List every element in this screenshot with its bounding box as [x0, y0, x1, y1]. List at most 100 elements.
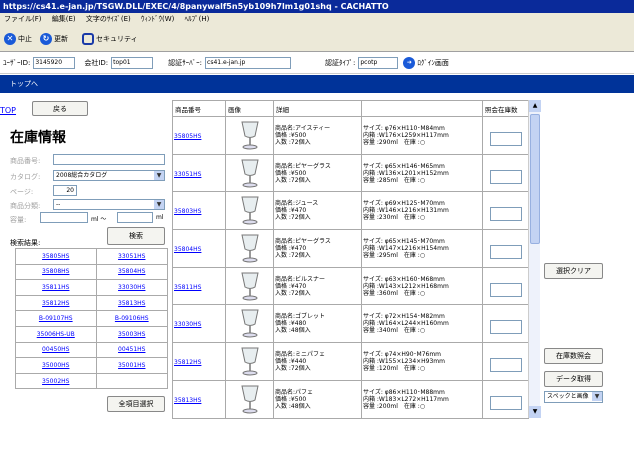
- table-row: B-09107HS B-09106HS: [15, 310, 169, 327]
- fetch-data-button[interactable]: データ取得: [544, 371, 603, 387]
- product-code-link[interactable]: 35805HS: [174, 133, 224, 140]
- column-header: 商品番号: [172, 100, 226, 117]
- product-image: [227, 308, 272, 338]
- product-image: [227, 195, 272, 225]
- window-title: https://cs41.e-jan.jp/TSGW.DLL/EXEC/4/8p…: [0, 0, 634, 13]
- stock-quantity-input[interactable]: [489, 395, 522, 410]
- table-row: 35804HS 商品名:ピヤーグラス 価格 :¥470 入数 :72個入 サイズ: φ6…: [172, 229, 529, 268]
- product-number-input[interactable]: [53, 154, 165, 165]
- result-link[interactable]: 35000HS: [15, 357, 97, 374]
- stock-quantity-input[interactable]: [489, 169, 522, 184]
- product-price: 価格 :¥500: [275, 132, 307, 139]
- menu-edit[interactable]: 編集(E): [52, 15, 76, 23]
- product-capacity: 容量 :230ml 在庫 :○: [363, 214, 426, 222]
- login-form-bar: ﾕｰｻﾞｰID: 3145920 会社ID: top01 認証ｻｰﾊﾞｰ: cs…: [0, 52, 634, 74]
- product-capacity: 容量 :290ml 在庫 :○: [363, 139, 426, 146]
- vertical-scrollbar[interactable]: ▲ ▼: [528, 100, 541, 418]
- scroll-up-icon[interactable]: ▲: [529, 100, 541, 112]
- result-link[interactable]: B-09106HS: [95, 310, 169, 327]
- top-link[interactable]: トップへ: [10, 80, 38, 88]
- category-select[interactable]: -- ▼: [53, 199, 165, 210]
- result-link[interactable]: 35805HS: [15, 248, 97, 265]
- product-code-link[interactable]: 35811HS: [174, 284, 224, 291]
- result-link[interactable]: 35808HS: [15, 263, 97, 281]
- menu-help[interactable]: ﾍﾙﾌﾟ(H): [185, 15, 210, 23]
- result-link[interactable]: 35811HS: [15, 279, 97, 296]
- result-link[interactable]: 35813HS: [95, 294, 169, 312]
- result-link[interactable]: 35001HS: [95, 357, 169, 374]
- refresh-icon: ↻: [40, 32, 52, 45]
- clear-selection-button[interactable]: 選択クリア: [544, 263, 603, 279]
- page-title: 在庫情報: [10, 130, 66, 146]
- spec-select[interactable]: スペックと画像 ▼: [544, 391, 603, 403]
- stock-quantity-input[interactable]: [489, 282, 522, 297]
- scroll-thumb[interactable]: [530, 114, 540, 244]
- security-button[interactable]: セキュリティ: [82, 32, 138, 45]
- product-image: [227, 384, 272, 414]
- stock-quantity-input[interactable]: [489, 207, 522, 222]
- result-link[interactable]: 35003HS: [95, 325, 169, 343]
- search-button[interactable]: 検索: [107, 227, 165, 245]
- stock-quantity-input[interactable]: [489, 245, 522, 260]
- stock-quantity-input[interactable]: [489, 132, 522, 146]
- product-capacity: 容量 :285ml 在庫 :○: [363, 176, 426, 184]
- column-header: [361, 100, 483, 117]
- product-code-link[interactable]: 33030HS: [174, 321, 224, 328]
- product-pack: 入数 :72個入: [275, 176, 311, 184]
- product-code-link[interactable]: 35804HS: [174, 246, 224, 253]
- result-link[interactable]: [95, 372, 169, 390]
- scroll-down-icon[interactable]: ▼: [529, 406, 541, 418]
- product-capacity: 容量 :295ml 在庫 :○: [363, 252, 426, 260]
- table-row: 35000HS 35001HS: [15, 357, 169, 374]
- result-link[interactable]: 35812HS: [15, 294, 97, 312]
- result-link[interactable]: 33051HS: [95, 248, 169, 265]
- column-header: 照会在庫数: [482, 100, 529, 117]
- refresh-button[interactable]: ↻ 更新: [40, 32, 68, 45]
- user-id-field[interactable]: 3145920: [33, 56, 76, 69]
- result-link[interactable]: 35006HS-UB: [15, 325, 97, 343]
- product-inner-box: 内箱 :W136×L201×H152mm: [363, 169, 449, 177]
- auth-server-field[interactable]: cs41.e-jan.jp: [205, 56, 292, 69]
- stock-quantity-input[interactable]: [489, 320, 522, 335]
- login-screen-button[interactable]: ➜ ﾛｸﾞｲﾝ画面: [403, 56, 449, 69]
- result-link[interactable]: 00450HS: [15, 341, 97, 359]
- product-code-link[interactable]: 35812HS: [174, 359, 224, 366]
- product-image: [227, 158, 272, 188]
- table-row: 35006HS-UB 35003HS: [15, 325, 169, 343]
- stock-inquiry-button[interactable]: 在庫数照会: [544, 348, 603, 364]
- back-button[interactable]: 戻る: [32, 101, 88, 116]
- result-link[interactable]: B-09107HS: [15, 310, 97, 327]
- product-price: 価格 :¥500: [275, 395, 307, 403]
- result-link[interactable]: 35804HS: [95, 263, 169, 281]
- company-id-field[interactable]: top01: [111, 56, 154, 69]
- result-link[interactable]: 00451HS: [95, 341, 169, 359]
- table-row: 35002HS: [15, 372, 169, 390]
- product-code-link[interactable]: 35803HS: [174, 208, 224, 215]
- product-name: 商品名:アイスティー: [275, 125, 331, 132]
- menu-font-size[interactable]: 文字のｻｲｽﾞ(E): [86, 15, 131, 23]
- table-row: 33051HS 商品名:ピヤーグラス 価格 :¥500 入数 :72個入 サイズ: φ6…: [172, 153, 529, 193]
- product-capacity: 容量 :340ml 在庫 :○: [363, 327, 426, 335]
- top-page-link[interactable]: TOP: [0, 106, 16, 115]
- product-code-link[interactable]: 35813HS: [174, 397, 224, 404]
- stock-quantity-input[interactable]: [489, 358, 522, 373]
- result-link[interactable]: 33030HS: [95, 279, 169, 296]
- product-size: サイズ: φ86×H110･M88mm: [363, 388, 445, 396]
- product-price: 価格 :¥500: [275, 169, 307, 177]
- menu-file[interactable]: ファイル(F): [4, 15, 42, 23]
- page-input[interactable]: 20: [53, 185, 77, 196]
- menu-window[interactable]: ｳｨﾝﾄﾞｳ(W): [141, 15, 174, 23]
- stop-button[interactable]: ✕ 中止: [4, 32, 32, 45]
- table-row: 00450HS 00451HS: [15, 341, 169, 359]
- select-all-button[interactable]: 全項目選択: [107, 396, 165, 412]
- table-row: 35811HS 商品名:ビルスナー 価格 :¥470 入数 :72個入 サイズ: φ63…: [172, 266, 529, 306]
- product-code-link[interactable]: 33051HS: [174, 171, 224, 178]
- catalog-select[interactable]: 2008総合カタログ ▼: [53, 170, 165, 181]
- capacity-min-input[interactable]: [40, 212, 88, 223]
- capacity-max-input[interactable]: [117, 212, 153, 223]
- auth-type-field[interactable]: pcotp: [358, 56, 399, 69]
- product-image: [227, 233, 272, 263]
- table-row: 35805HS 33051HS: [15, 248, 169, 265]
- result-link[interactable]: 35002HS: [15, 372, 97, 390]
- product-image: [227, 346, 272, 376]
